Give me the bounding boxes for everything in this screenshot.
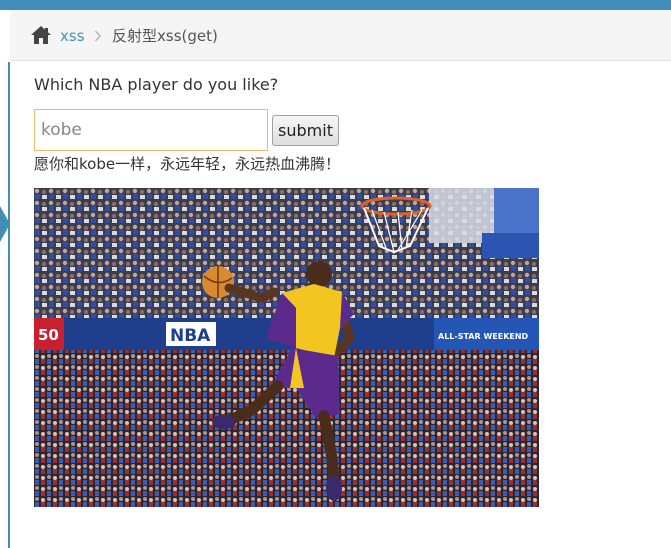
question-label: Which NBA player do you like? <box>34 75 279 94</box>
result-message: 愿你和kobe一样，永远年轻，永远热血沸腾！ <box>34 155 341 173</box>
submit-button[interactable]: submit <box>272 115 339 146</box>
sidebar-collapse-toggle[interactable] <box>0 206 10 242</box>
breadcrumb-link-xss[interactable]: xss <box>60 27 85 45</box>
home-icon[interactable] <box>30 25 52 45</box>
kobe-dunk-photo: 50 NBA ALL-STAR WEEKEND <box>34 188 539 507</box>
banner-nba-text: NBA <box>170 326 211 346</box>
breadcrumb: xss 反射型xss(get) <box>10 10 671 61</box>
banner-50-text: 50 <box>38 326 59 344</box>
breadcrumb-current: 反射型xss(get) <box>112 27 218 45</box>
sidebar-border <box>8 62 10 548</box>
chevron-right-icon <box>94 30 102 42</box>
banner-allstar-text: ALL-STAR WEEKEND <box>438 332 529 341</box>
top-navbar <box>0 0 671 10</box>
player-name-input[interactable] <box>34 109 268 151</box>
